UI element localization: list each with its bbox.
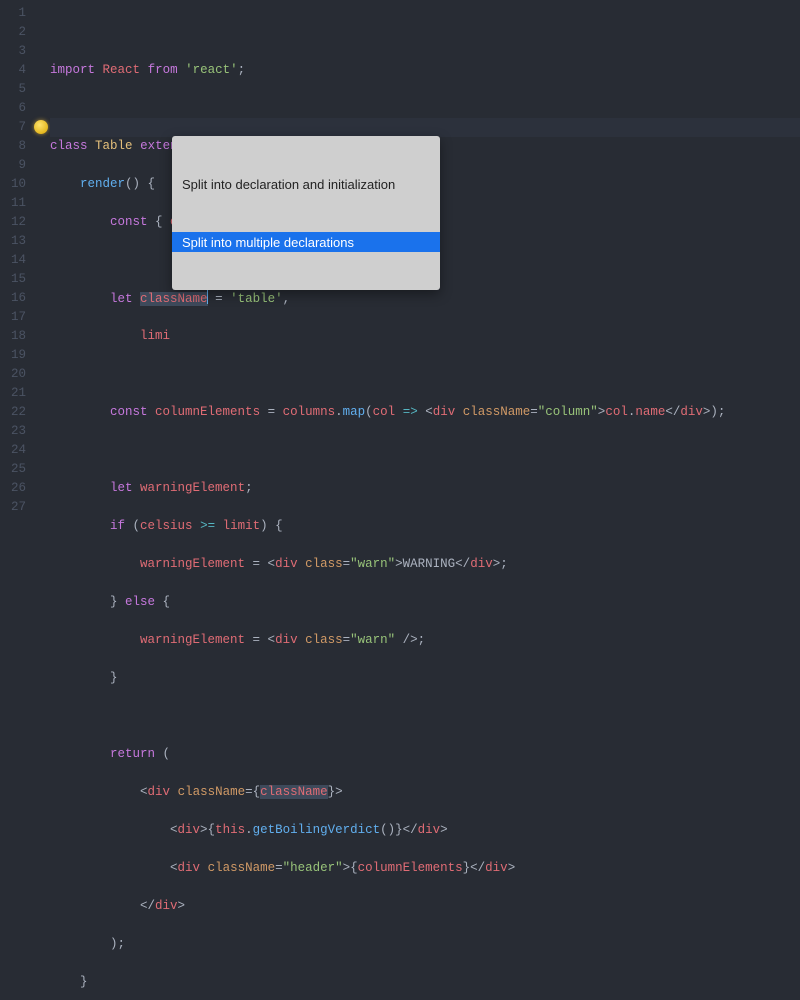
current-line-highlight xyxy=(50,118,800,137)
lightbulb-icon[interactable] xyxy=(34,120,48,134)
intention-gutter xyxy=(32,0,50,500)
code-editor[interactable]: 1 2 3 4 5 6 7 8 9 10 11 12 13 14 15 16 1… xyxy=(0,0,800,500)
intention-menu-item[interactable]: Split into declaration and initializatio… xyxy=(172,174,440,194)
intention-menu[interactable]: Split into declaration and initializatio… xyxy=(172,136,440,290)
text-caret xyxy=(207,289,208,304)
code-area[interactable]: import React from 'react'; class Table e… xyxy=(50,0,800,500)
line-number-gutter: 1 2 3 4 5 6 7 8 9 10 11 12 13 14 15 16 1… xyxy=(0,0,32,500)
intention-menu-item-selected[interactable]: Split into multiple declarations xyxy=(172,232,440,252)
